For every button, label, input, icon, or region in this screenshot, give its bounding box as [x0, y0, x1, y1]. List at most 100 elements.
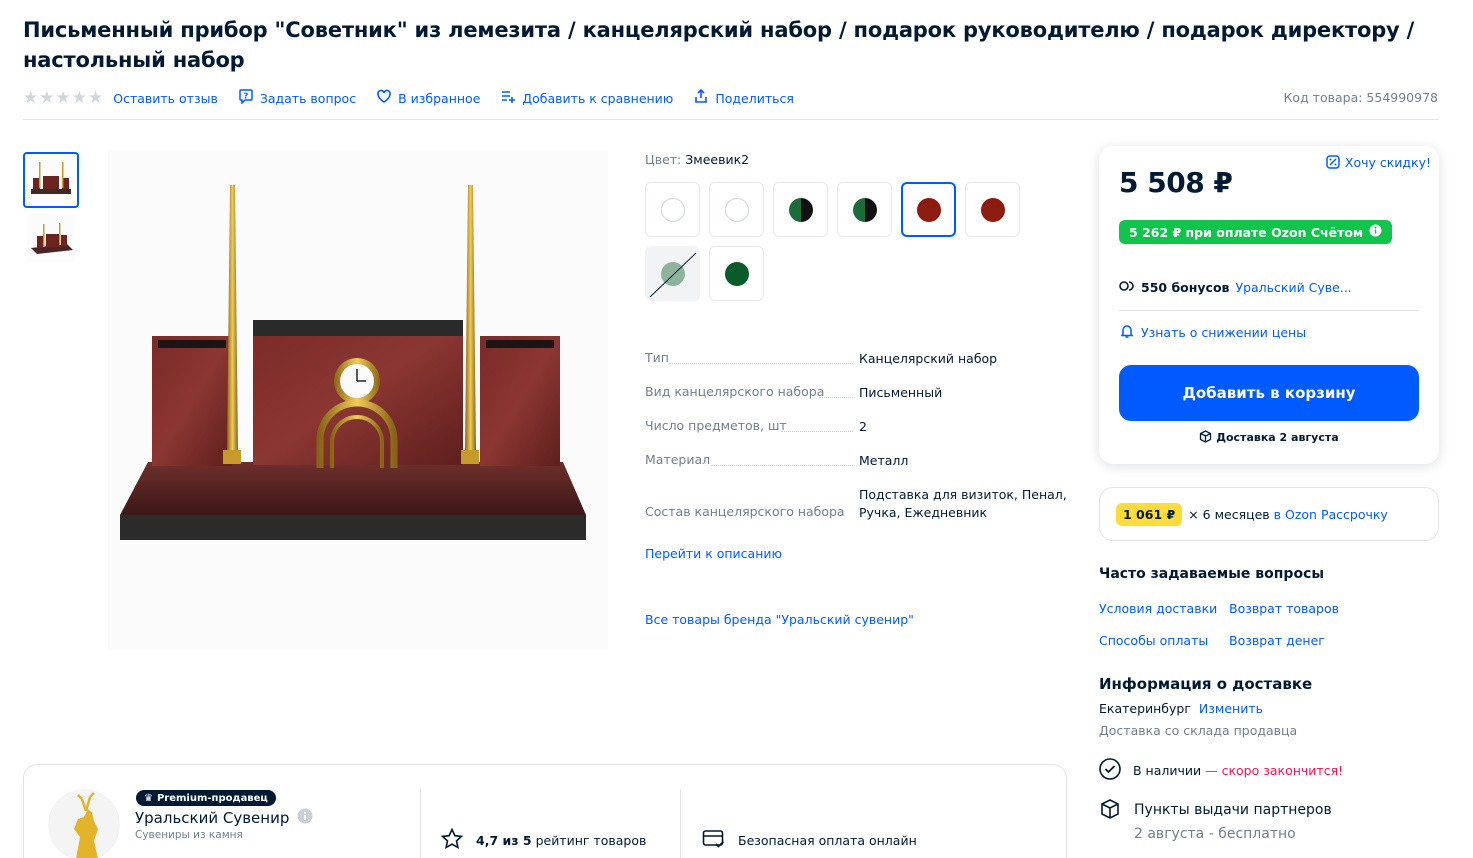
color-dot: [724, 261, 749, 286]
star-icon: ★: [55, 87, 71, 108]
color-dot: [980, 197, 1005, 222]
pickup-icon: [1099, 798, 1121, 824]
question-icon: ?: [238, 88, 254, 108]
spec-value: 2: [859, 419, 867, 434]
color-dot: [852, 197, 877, 222]
faq-link-refunds[interactable]: Возврат денег: [1229, 633, 1325, 648]
color-swatch[interactable]: [645, 246, 700, 301]
compare-icon: [500, 88, 516, 108]
info-icon: [1369, 224, 1382, 240]
spec-key: Число предметов, шт: [645, 418, 787, 433]
spec-key: Материал: [645, 452, 711, 467]
installment-banner[interactable]: 1 061 ₽ × 6 месяцев в Ozon Рассрочку: [1099, 487, 1439, 541]
crown-icon: ♛: [144, 792, 153, 804]
seller-subtitle: Сувениры из камня: [135, 829, 243, 841]
thumbnail-1[interactable]: [23, 152, 79, 208]
favorite-link[interactable]: В избранное: [376, 88, 480, 108]
product-title: Письменный прибор "Советник" из лемезита…: [23, 18, 1415, 72]
spec-leader: [669, 363, 853, 364]
bell-icon: [1119, 323, 1135, 342]
star-icon: ★: [39, 87, 55, 108]
leave-review-label: Оставить отзыв: [113, 90, 218, 106]
seller-rating-label: рейтинг товаров: [535, 833, 647, 848]
deer-icon: [74, 792, 98, 858]
heart-icon: [376, 88, 392, 108]
seller-name: Уральский Сувенир: [135, 809, 290, 827]
share-link[interactable]: Поделиться: [693, 88, 794, 108]
brand-products-link[interactable]: Все товары бренда "Уральский сувенир": [645, 612, 914, 627]
seller-rating[interactable]: 4,7 из 5 рейтинг товаров: [440, 827, 646, 854]
delivery-city: Екатеринбург: [1099, 701, 1191, 716]
color-swatch[interactable]: [901, 182, 956, 237]
spec-key: Состав канцелярского набора: [645, 504, 845, 519]
color-dot: [724, 197, 749, 222]
product-sku: Код товара: 554990978: [1283, 90, 1438, 105]
thumbnail-2[interactable]: [23, 210, 79, 266]
color-swatch[interactable]: [645, 182, 700, 237]
want-discount-link[interactable]: Хочу скидку!: [1325, 154, 1431, 170]
discount-icon: [1325, 155, 1345, 170]
installment-months: × 6 месяцев: [1188, 506, 1270, 522]
go-to-description-link[interactable]: Перейти к описанию: [645, 546, 782, 561]
header-divider: [23, 119, 1439, 120]
price-drop-notify-link[interactable]: Узнать о снижении цены: [1119, 323, 1306, 342]
color-dot: [916, 197, 941, 222]
color-swatch[interactable]: [837, 182, 892, 237]
color-swatch[interactable]: [709, 182, 764, 237]
pickup-title[interactable]: Пункты выдачи партнеров: [1134, 802, 1332, 818]
star-icon: ★: [88, 87, 104, 108]
delivery-city-row: Екатеринбург Изменить: [1099, 701, 1263, 716]
delivery-date-label: Доставка 2 августа: [1216, 431, 1339, 444]
seller-card: ♛ Premium-продавец Уральский Сувенир Сув…: [23, 764, 1067, 858]
compare-label: Добавить к сравнению: [522, 90, 674, 106]
check-circle-icon: [1099, 758, 1121, 783]
color-dot: [660, 197, 685, 222]
star-icon: ★: [23, 87, 39, 108]
info-icon: [297, 808, 313, 828]
installment-price: 1 061 ₽: [1116, 502, 1183, 526]
spec-key: Тип: [645, 350, 669, 365]
seller-rating-value: 4,7 из 5: [476, 833, 532, 848]
favorite-label: В избранное: [398, 90, 481, 106]
product-thumbnail-image: [27, 156, 75, 204]
bonus-row: 550 бонусов Уральский Суве...: [1119, 280, 1352, 295]
star-outline-icon: [440, 827, 464, 854]
price-drop-notify-label: Узнать о снижении цены: [1141, 325, 1307, 340]
seller-logo[interactable]: [48, 789, 120, 858]
faq-link-payment-methods[interactable]: Способы оплаты: [1099, 633, 1208, 648]
faq-link-delivery-terms[interactable]: Условия доставки: [1099, 601, 1217, 616]
color-swatch[interactable]: [773, 182, 828, 237]
spec-leader: [819, 397, 853, 398]
buy-box: 5 508 ₽ Хочу скидку! 5 262 ₽ при оплате …: [1099, 146, 1439, 464]
spec-key: Вид канцелярского набора: [645, 384, 825, 399]
color-swatch[interactable]: [965, 182, 1020, 237]
seller-name-row[interactable]: Уральский Сувенир: [135, 808, 313, 828]
color-label-prefix: Цвет:: [645, 152, 682, 167]
product-thumbnail-image: [27, 214, 75, 262]
leave-review-link[interactable]: Оставить отзыв: [113, 91, 218, 106]
spec-value: Канцелярский набор: [859, 351, 998, 366]
installment-link[interactable]: в Ozon Рассрочку: [1274, 507, 1388, 522]
change-city-link[interactable]: Изменить: [1199, 701, 1263, 716]
add-to-cart-button[interactable]: Добавить в корзину: [1119, 365, 1419, 421]
seller-divider: [420, 789, 421, 858]
premium-seller-label: Premium-продавец: [156, 792, 268, 804]
color-swatch[interactable]: [709, 246, 764, 301]
product-main-image[interactable]: [108, 150, 608, 650]
faq-title: Часто задаваемые вопросы: [1099, 566, 1325, 582]
ozon-card-price: 5 262 ₽ при оплате Ozon Счётом: [1129, 224, 1364, 240]
stock-row: В наличии — скоро закончится!: [1099, 758, 1343, 783]
buybox-divider: [1119, 310, 1419, 311]
stock-warning: — скоро закончится!: [1205, 763, 1344, 778]
faq-link-returns[interactable]: Возврат товаров: [1229, 601, 1339, 616]
premium-seller-badge: ♛ Premium-продавец: [136, 790, 276, 806]
color-selected-value: Змеевик2: [685, 152, 750, 167]
secure-payment: Безопасная оплата онлайн: [702, 829, 917, 852]
spec-leader: [711, 465, 853, 466]
ozon-card-price-badge[interactable]: 5 262 ₽ при оплате Ozon Счётом: [1119, 220, 1393, 244]
ask-question-link[interactable]: ? Задать вопрос: [238, 88, 356, 108]
compare-link[interactable]: Добавить к сравнению: [500, 88, 673, 108]
svg-text:?: ?: [244, 92, 249, 101]
spec-value: Подставка для визиток, Пенал, Ручка, Еже…: [859, 487, 1067, 520]
bonus-seller-link[interactable]: Уральский Суве...: [1235, 280, 1351, 295]
